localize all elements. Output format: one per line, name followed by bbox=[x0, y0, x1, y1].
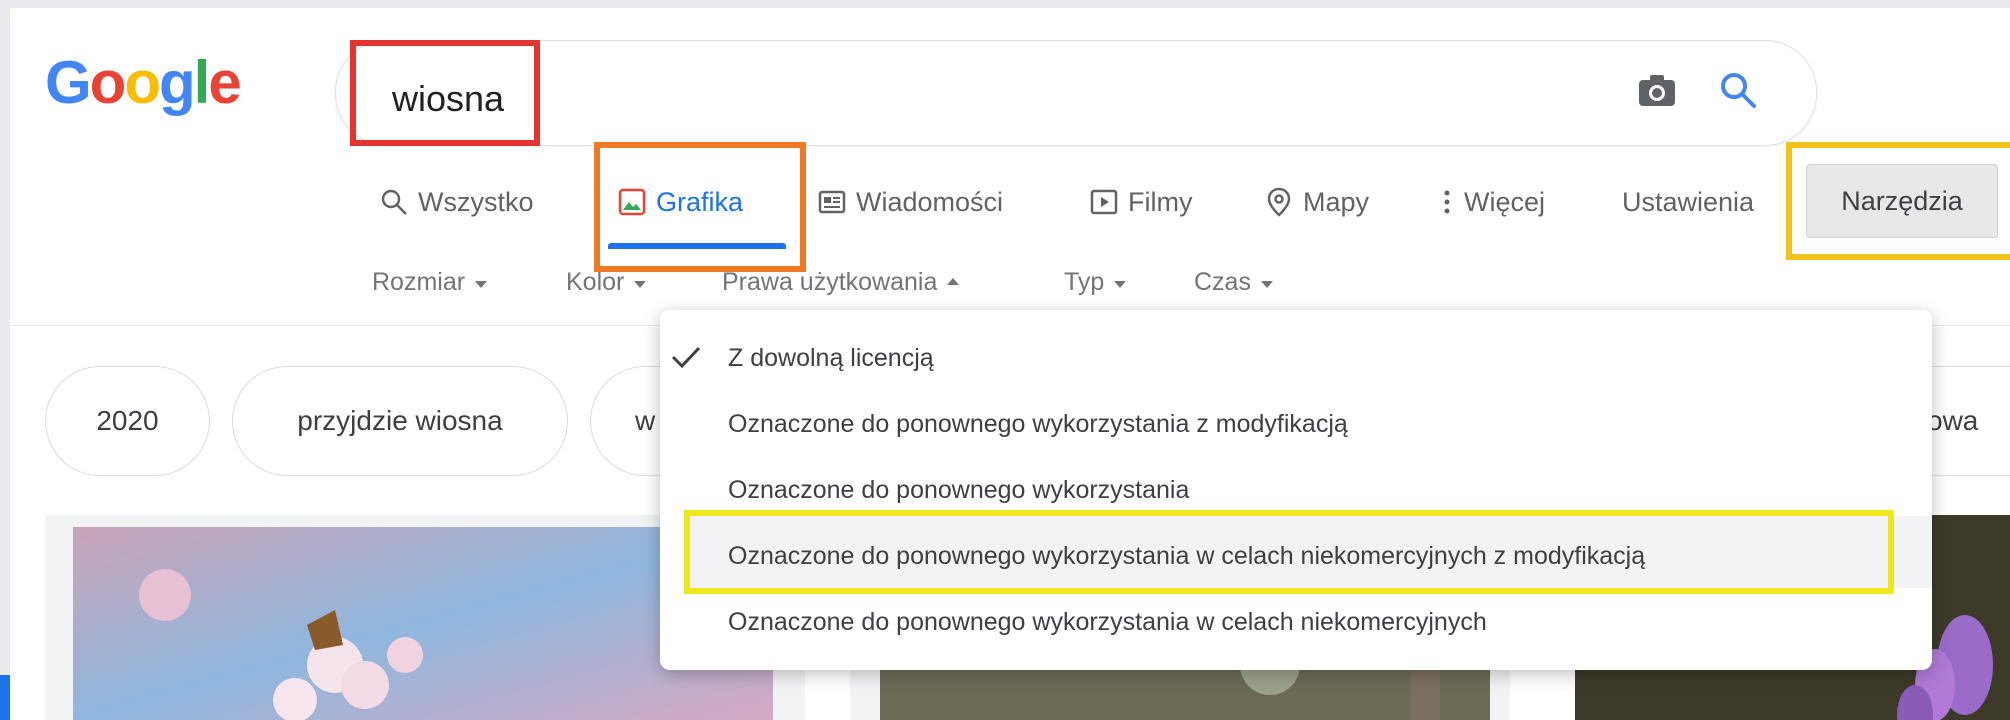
tab-mapy[interactable]: Mapy bbox=[1265, 182, 1369, 222]
tab-wiecej[interactable]: Więcej bbox=[1440, 182, 1545, 222]
caret-down-icon bbox=[475, 280, 488, 288]
filter-label: Rozmiar bbox=[372, 268, 466, 296]
filter-kolor[interactable]: Kolor bbox=[566, 268, 647, 297]
filter-label: Prawa użytkowania bbox=[722, 268, 938, 296]
window-frame-top bbox=[0, 0, 2010, 8]
filter-rozmiar[interactable]: Rozmiar bbox=[372, 268, 488, 297]
menu-item-noncommercial-reuse[interactable]: Oznaczone do ponownego wykorzystania w c… bbox=[728, 608, 1487, 637]
slide-accent-bar bbox=[0, 675, 10, 720]
menu-item-reuse[interactable]: Oznaczone do ponownego wykorzystania bbox=[728, 476, 1189, 505]
tab-label: Wiadomości bbox=[856, 186, 1004, 217]
tab-label: Mapy bbox=[1303, 186, 1370, 217]
chip-label: w bbox=[635, 405, 656, 436]
highlight-box-images-tab bbox=[594, 142, 806, 272]
highlight-box-search bbox=[350, 40, 540, 146]
tab-wszystko[interactable]: Wszystko bbox=[380, 182, 534, 222]
filter-prawa-uzytkowania[interactable]: Prawa użytkowania bbox=[722, 268, 960, 297]
play-icon bbox=[1090, 189, 1118, 215]
tab-label: Więcej bbox=[1464, 186, 1546, 217]
caret-up-icon bbox=[947, 277, 960, 285]
settings-label: Ustawienia bbox=[1622, 186, 1755, 217]
filter-label: Kolor bbox=[566, 268, 625, 296]
tab-filmy[interactable]: Filmy bbox=[1090, 182, 1192, 222]
suggestion-chip[interactable]: 2020 bbox=[45, 366, 210, 476]
caret-down-icon bbox=[1114, 280, 1127, 288]
chip-label: przyjdzie wiosna bbox=[297, 405, 503, 436]
highlight-box-menu-item bbox=[684, 510, 1894, 594]
menu-item-reuse-modification[interactable]: Oznaczone do ponownego wykorzystania z m… bbox=[728, 410, 1348, 439]
google-logo[interactable]: Google bbox=[45, 48, 242, 117]
settings-link[interactable]: Ustawienia bbox=[1622, 182, 1754, 222]
camera-icon[interactable] bbox=[1637, 72, 1677, 108]
check-icon bbox=[671, 346, 701, 369]
filter-label: Typ bbox=[1064, 268, 1105, 296]
tab-label: Wszystko bbox=[418, 186, 534, 217]
news-icon bbox=[818, 190, 846, 214]
more-vert-icon bbox=[1444, 190, 1450, 214]
tab-label: Filmy bbox=[1128, 186, 1193, 217]
search-box[interactable] bbox=[335, 40, 1817, 146]
search-icon bbox=[381, 189, 407, 215]
filter-typ[interactable]: Typ bbox=[1064, 268, 1127, 297]
menu-item-any-license[interactable]: Z dowolną licencją bbox=[728, 344, 934, 373]
window-frame-left bbox=[0, 0, 10, 720]
filter-czas[interactable]: Czas bbox=[1194, 268, 1273, 297]
suggestion-chip[interactable]: przyjdzie wiosna bbox=[232, 366, 568, 476]
tab-wiadomosci[interactable]: Wiadomości bbox=[818, 182, 1003, 222]
caret-down-icon bbox=[634, 280, 647, 288]
search-icon[interactable] bbox=[1718, 70, 1758, 110]
map-pin-icon bbox=[1267, 187, 1291, 217]
caret-down-icon bbox=[1260, 280, 1273, 288]
chip-label: 2020 bbox=[96, 405, 159, 436]
filter-label: Czas bbox=[1194, 268, 1251, 296]
highlight-box-tools bbox=[1786, 142, 2010, 260]
